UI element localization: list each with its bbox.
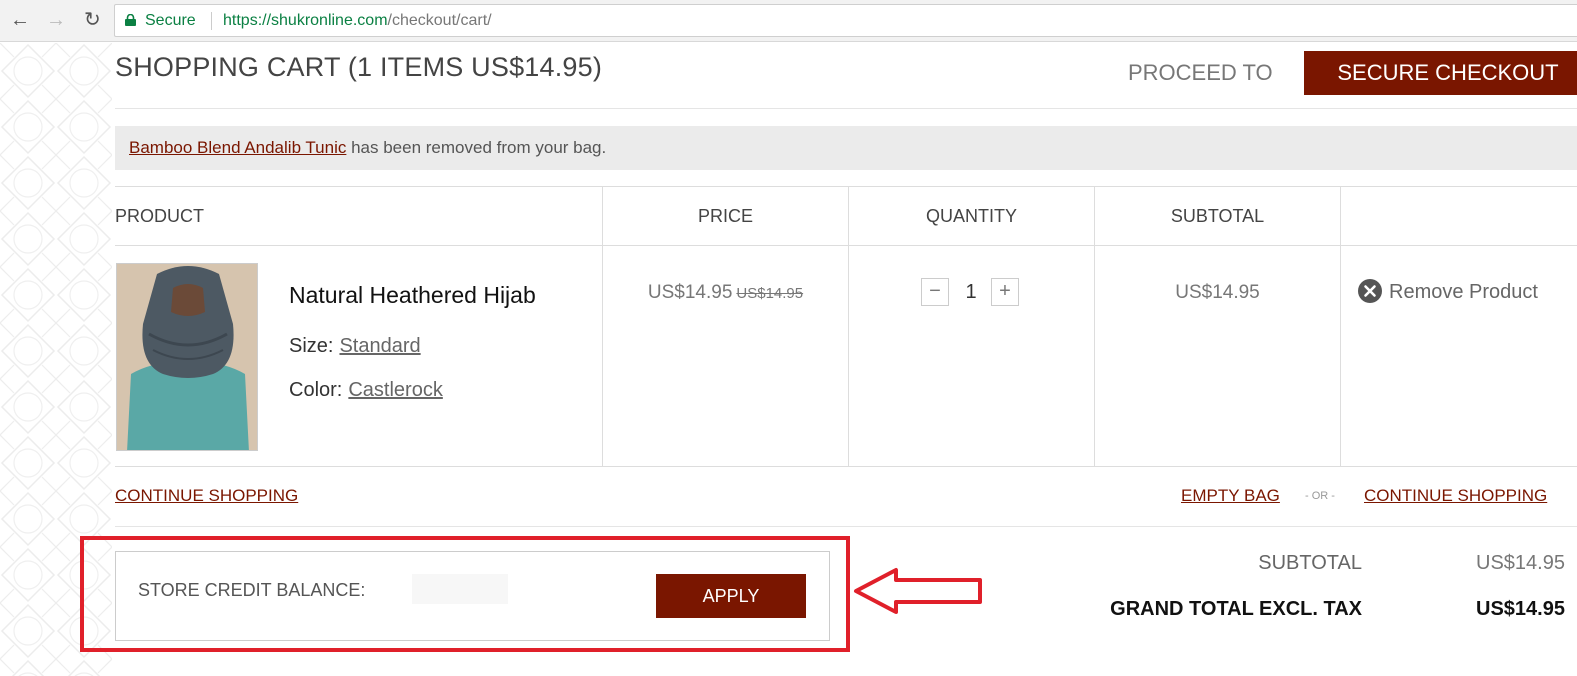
column-divider bbox=[602, 187, 603, 467]
quantity-value[interactable]: 1 bbox=[957, 278, 985, 306]
column-header-product: PRODUCT bbox=[115, 206, 204, 226]
quantity-increase-button[interactable]: + bbox=[991, 278, 1019, 306]
quantity-stepper: − 1 + bbox=[921, 278, 1031, 306]
removed-product-link[interactable]: Bamboo Blend Andalib Tunic bbox=[129, 138, 346, 157]
product-photo bbox=[117, 264, 257, 450]
cart-table: PRODUCT PRICE QUANTITY SUBTOTAL Natural … bbox=[115, 186, 1577, 467]
store-credit-value-blurred bbox=[412, 574, 508, 604]
remove-product-label[interactable]: Remove Product bbox=[1389, 281, 1538, 303]
size-value[interactable]: Standard bbox=[339, 335, 420, 357]
column-divider bbox=[1340, 187, 1341, 467]
header-divider bbox=[115, 245, 1577, 246]
column-divider bbox=[848, 187, 849, 467]
arrow-pointer-icon bbox=[854, 568, 982, 614]
divider bbox=[115, 526, 1577, 527]
back-arrow-icon[interactable]: ← bbox=[10, 9, 30, 31]
empty-bag-link[interactable]: EMPTY BAG bbox=[1181, 486, 1280, 506]
proceed-to-label: PROCEED TO bbox=[1128, 60, 1273, 85]
subtotal-label: SUBTOTAL bbox=[1258, 552, 1362, 574]
address-separator bbox=[211, 12, 212, 30]
url-host: https://shukronline.com bbox=[223, 12, 388, 29]
or-separator: - OR - bbox=[1305, 490, 1335, 502]
quantity-decrease-button[interactable]: − bbox=[921, 278, 949, 306]
column-header-price: PRICE bbox=[697, 206, 753, 226]
price: US$14.95 bbox=[647, 282, 733, 303]
size-label: Size: bbox=[289, 335, 334, 357]
browser-toolbar: ← → ↻ Secure https://shukronline.com/che… bbox=[0, 0, 1577, 42]
column-header-quantity: QUANTITY bbox=[925, 206, 1017, 226]
remove-product-button[interactable]: Remove Product bbox=[1357, 278, 1538, 306]
continue-shopping-link-right[interactable]: CONTINUE SHOPPING bbox=[1364, 486, 1547, 506]
reload-icon[interactable]: ↻ bbox=[84, 9, 101, 31]
page-title: SHOPPING CART (1 ITEMS US$14.95) bbox=[115, 52, 603, 82]
grand-total-value: US$14.95 bbox=[1476, 598, 1565, 620]
product-size: Size: Standard bbox=[289, 335, 421, 358]
color-value[interactable]: Castlerock bbox=[348, 379, 442, 401]
address-bar[interactable]: Secure https://shukronline.com/checkout/… bbox=[114, 4, 1577, 37]
forward-arrow-icon[interactable]: → bbox=[46, 9, 66, 31]
store-credit-panel: STORE CREDIT BALANCE: APPLY bbox=[115, 551, 830, 641]
product-image[interactable] bbox=[116, 263, 258, 451]
column-header-subtotal: SUBTOTAL bbox=[1170, 206, 1265, 226]
apply-credit-button[interactable]: APPLY bbox=[656, 574, 806, 618]
continue-shopping-link[interactable]: CONTINUE SHOPPING bbox=[115, 486, 298, 506]
divider bbox=[115, 108, 1577, 109]
original-price: US$14.95 bbox=[736, 285, 804, 302]
secure-label: Secure bbox=[145, 12, 196, 29]
removed-notice: Bamboo Blend Andalib Tunic has been remo… bbox=[115, 126, 1577, 170]
notice-message: has been removed from your bag. bbox=[346, 138, 607, 157]
lock-icon bbox=[125, 14, 136, 26]
color-label: Color: bbox=[289, 379, 343, 401]
remove-circle-icon[interactable] bbox=[1357, 278, 1383, 304]
url-text: https://shukronline.com/checkout/cart/ bbox=[223, 5, 492, 36]
grand-total-label: GRAND TOTAL EXCL. TAX bbox=[1110, 598, 1362, 620]
price-cell: US$14.95 US$14.95 bbox=[603, 282, 848, 304]
url-path: /checkout/cart/ bbox=[387, 12, 492, 29]
product-name[interactable]: Natural Heathered Hijab bbox=[289, 282, 536, 309]
secure-checkout-button[interactable]: SECURE CHECKOUT bbox=[1304, 51, 1577, 95]
store-credit-label: STORE CREDIT BALANCE: bbox=[138, 580, 366, 600]
subtotal-value: US$14.95 bbox=[1476, 552, 1565, 574]
row-subtotal: US$14.95 bbox=[1175, 282, 1260, 303]
column-divider bbox=[1094, 187, 1095, 467]
product-color: Color: Castlerock bbox=[289, 379, 443, 402]
